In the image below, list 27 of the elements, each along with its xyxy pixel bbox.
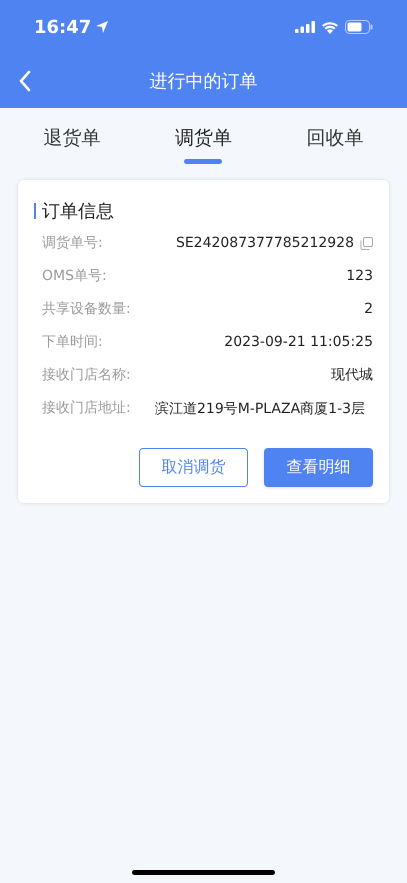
field-value: 滨江道219号M-PLAZA商厦1-3层 (155, 400, 366, 418)
field-label: 接收门店地址: (42, 399, 131, 418)
tab[interactable]: 调货单 (148, 124, 258, 164)
field-label: 接收门店名称: (42, 366, 131, 384)
field-label: 调货单号: (42, 234, 103, 252)
back-chevron-icon (18, 70, 32, 92)
card-title: 订单信息 (42, 200, 114, 224)
tab[interactable]: 回收单 (280, 124, 390, 164)
field-label: 共享设备数量: (42, 300, 131, 318)
field-value: 现代城 (331, 366, 373, 384)
field-value: 123 (346, 266, 373, 286)
signal-icon (295, 21, 315, 33)
title-accent-bar (34, 203, 36, 219)
field-label: 下单时间: (42, 332, 103, 352)
status-time: 16:47 (34, 16, 92, 40)
field-value: 2 (364, 300, 373, 318)
page-title: 进行中的订单 (150, 70, 258, 94)
copy-icon[interactable] (360, 236, 373, 250)
field-value: 2023-09-21 11:05:25 (224, 332, 373, 352)
field-value: SE242087377785212928 (176, 234, 354, 252)
action-button[interactable]: 查看明细 (264, 448, 373, 486)
field-label: OMS单号: (42, 266, 107, 286)
battery-icon (345, 20, 373, 34)
location-arrow-icon (95, 20, 110, 34)
wifi-icon (321, 20, 339, 34)
action-button[interactable]: 取消调货 (139, 448, 248, 486)
tab[interactable]: 退货单 (16, 124, 127, 164)
